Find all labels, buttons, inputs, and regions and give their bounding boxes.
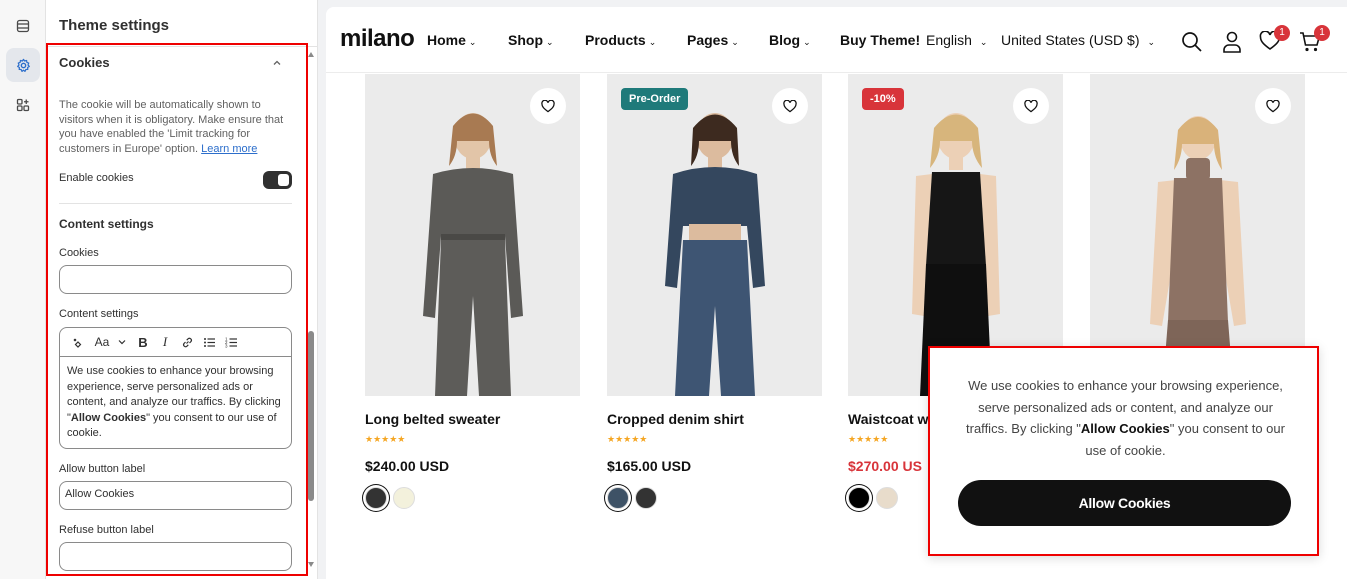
currency-label: United States (USD $) bbox=[1001, 32, 1140, 48]
nav-label: Shop bbox=[508, 32, 543, 48]
add-to-wishlist-button[interactable] bbox=[1255, 88, 1291, 124]
account-button[interactable] bbox=[1222, 31, 1242, 58]
wishlist-button[interactable]: 1 bbox=[1259, 25, 1290, 56]
product-card[interactable]: Long belted sweater ★★★★★ $240.00 USD bbox=[365, 74, 580, 509]
language-selector[interactable]: English ⌄ bbox=[926, 32, 987, 48]
nav-shop[interactable]: Shop ⌄ bbox=[508, 32, 554, 48]
sections-icon bbox=[16, 19, 30, 33]
scroll-thumb[interactable] bbox=[308, 331, 314, 501]
discount-badge: -10% bbox=[862, 88, 904, 110]
currency-selector[interactable]: United States (USD $) ⌄ bbox=[1001, 32, 1155, 48]
nav-label: Products bbox=[585, 32, 646, 48]
language-label: English bbox=[926, 32, 972, 48]
store-logo[interactable]: milano bbox=[340, 25, 415, 53]
product-name[interactable]: Waistcoat w bbox=[848, 411, 928, 427]
nav-pages[interactable]: Pages ⌄ bbox=[687, 32, 739, 48]
product-name[interactable]: Cropped denim shirt bbox=[607, 411, 744, 427]
cart-count-badge: 1 bbox=[1314, 25, 1330, 41]
app-embeds-button[interactable] bbox=[6, 88, 40, 122]
add-to-wishlist-button[interactable] bbox=[1013, 88, 1049, 124]
rating-stars: ★★★★★ bbox=[607, 434, 648, 444]
chevron-down-icon: ⌄ bbox=[979, 37, 988, 47]
wishlist-count-badge: 1 bbox=[1274, 25, 1290, 41]
nav-home[interactable]: Home ⌄ bbox=[427, 32, 476, 48]
rating-stars: ★★★★★ bbox=[848, 434, 889, 444]
chevron-down-icon: ⌄ bbox=[803, 37, 811, 47]
theme-settings-button[interactable] bbox=[6, 48, 40, 82]
product-price: $270.00 US bbox=[848, 458, 922, 474]
nav-blog[interactable]: Blog ⌄ bbox=[769, 32, 811, 48]
model-photo bbox=[664, 113, 765, 396]
highlight-box bbox=[46, 43, 308, 576]
add-to-wishlist-button[interactable] bbox=[772, 88, 808, 124]
cookie-bold-text: Allow Cookies bbox=[1080, 421, 1170, 436]
chevron-down-icon: ⌄ bbox=[468, 37, 477, 47]
store-header: milano Home ⌄ Shop ⌄ Products ⌄ Pages ⌄ Blog… bbox=[326, 7, 1347, 73]
nav-label: Pages bbox=[687, 32, 729, 48]
color-swatch[interactable] bbox=[876, 487, 898, 509]
apps-icon bbox=[16, 98, 30, 112]
chevron-down-icon: ⌄ bbox=[731, 37, 739, 47]
sections-button[interactable] bbox=[6, 9, 40, 43]
nav-label: Home bbox=[427, 32, 466, 48]
model-photo bbox=[422, 113, 523, 396]
chevron-down-icon: ⌄ bbox=[546, 37, 554, 47]
product-price: $165.00 USD bbox=[607, 458, 692, 474]
product-price: $240.00 USD bbox=[365, 458, 450, 474]
product-name[interactable]: Long belted sweater bbox=[365, 411, 500, 427]
scroll-up-icon[interactable] bbox=[308, 52, 314, 57]
color-swatch[interactable] bbox=[607, 487, 629, 509]
nav-products[interactable]: Products ⌄ bbox=[585, 32, 656, 48]
heart-icon bbox=[1266, 99, 1280, 112]
rating-stars: ★★★★★ bbox=[365, 434, 406, 444]
panel-scrollbar[interactable] bbox=[308, 52, 314, 567]
gear-icon bbox=[16, 58, 30, 72]
editor-icon-rail bbox=[0, 0, 46, 579]
color-swatch[interactable] bbox=[393, 487, 415, 509]
search-button[interactable] bbox=[1181, 31, 1203, 58]
preorder-badge: Pre-Order bbox=[621, 88, 689, 110]
product-card[interactable]: Pre-Order Cropped denim shirt ★★★★★ $165… bbox=[607, 74, 822, 509]
product-image[interactable] bbox=[365, 74, 580, 396]
add-to-wishlist-button[interactable] bbox=[530, 88, 566, 124]
nav-label: Blog bbox=[769, 32, 801, 48]
product-image[interactable]: Pre-Order bbox=[607, 74, 822, 396]
color-swatch[interactable] bbox=[848, 487, 870, 509]
user-icon bbox=[1223, 31, 1241, 53]
allow-cookies-button[interactable]: Allow Cookies bbox=[958, 480, 1291, 526]
cart-button[interactable]: 1 bbox=[1299, 25, 1330, 58]
heart-icon bbox=[1024, 99, 1038, 112]
nav-buy-theme[interactable]: Buy Theme! bbox=[840, 32, 920, 48]
panel-title: Theme settings bbox=[59, 17, 170, 34]
search-icon bbox=[1182, 32, 1202, 52]
cookie-consent-popup: We use cookies to enhance your browsing … bbox=[928, 346, 1319, 556]
chevron-down-icon: ⌄ bbox=[1147, 37, 1156, 47]
color-swatch[interactable] bbox=[635, 487, 657, 509]
chevron-down-icon: ⌄ bbox=[648, 37, 657, 47]
cookie-message: We use cookies to enhance your browsing … bbox=[960, 375, 1291, 461]
color-swatch[interactable] bbox=[365, 487, 387, 509]
heart-icon bbox=[541, 99, 555, 112]
scroll-down-icon[interactable] bbox=[308, 562, 314, 567]
heart-icon bbox=[783, 99, 797, 112]
